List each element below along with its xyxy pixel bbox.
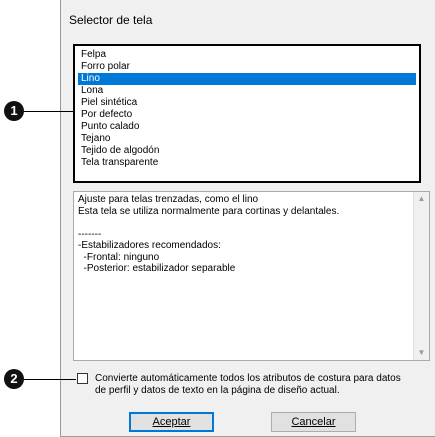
callout-1-line xyxy=(24,111,74,112)
list-item[interactable]: Forro polar xyxy=(78,61,416,73)
scroll-down-arrow-icon[interactable]: ▼ xyxy=(414,346,429,360)
dialog-title: Selector de tela xyxy=(69,13,153,27)
callout-1-badge: 1 xyxy=(4,101,24,121)
list-item[interactable]: Tejido de algodón xyxy=(78,145,416,157)
description-line: Ajuste para telas trenzadas, como el lin… xyxy=(78,194,259,205)
accept-button-label: Aceptar xyxy=(152,416,191,428)
list-item[interactable]: Felpa xyxy=(78,49,416,61)
list-item[interactable]: Lona xyxy=(78,85,416,97)
checkbox-label-line1: Convierte automáticamente todos los atri… xyxy=(95,373,401,384)
list-item[interactable]: Tela transparente xyxy=(78,157,416,169)
fabric-description-box[interactable]: Ajuste para telas trenzadas, como el lin… xyxy=(73,191,430,361)
list-item[interactable]: Punto calado xyxy=(78,121,416,133)
checkbox-label-line2: de perfil y datos de texto en la página … xyxy=(95,385,340,396)
description-line: ------- xyxy=(78,228,102,240)
scroll-up-arrow-icon[interactable]: ▲ xyxy=(414,192,429,206)
callout-2-badge: 2 xyxy=(4,369,24,389)
description-line: -Estabilizadores recomendados: xyxy=(78,240,221,251)
list-item-selected[interactable]: Lino xyxy=(78,73,416,85)
description-scrollbar[interactable]: ▲ ▼ xyxy=(413,192,429,360)
list-item[interactable]: Piel sintética xyxy=(78,97,416,109)
description-line xyxy=(78,217,425,229)
fabric-selector-dialog: Selector de tela Felpa Forro polar Lino … xyxy=(60,0,435,437)
cancel-button[interactable]: Cancelar xyxy=(271,412,356,432)
list-item[interactable]: Por defecto xyxy=(78,109,416,121)
accept-button[interactable]: Aceptar xyxy=(129,412,214,432)
description-line: -Posterior: estabilizador separable xyxy=(78,263,236,274)
callout-2-line xyxy=(24,379,76,380)
list-item[interactable]: Tejano xyxy=(78,133,416,145)
description-line: Esta tela se utiliza normalmente para co… xyxy=(78,205,340,217)
cancel-button-label: Cancelar xyxy=(291,416,336,428)
convert-attributes-checkbox[interactable] xyxy=(77,373,88,384)
fabric-listbox[interactable]: Felpa Forro polar Lino Lona Piel sintéti… xyxy=(73,44,421,183)
convert-attributes-label: Convierte automáticamente todos los atri… xyxy=(95,373,430,397)
description-line: -Frontal: ninguno xyxy=(78,251,160,263)
